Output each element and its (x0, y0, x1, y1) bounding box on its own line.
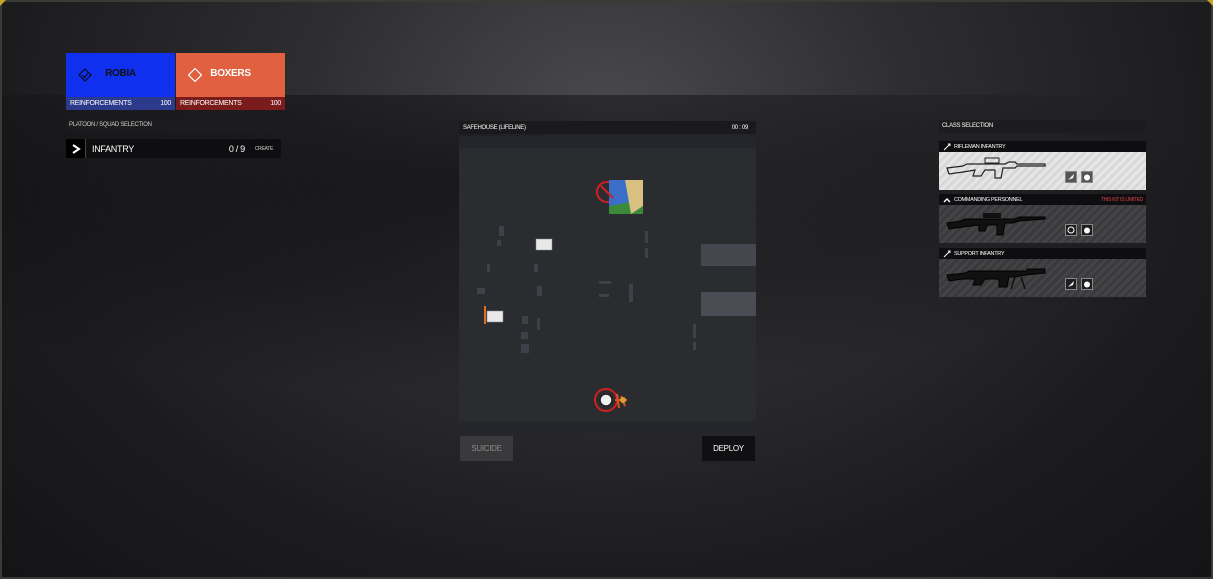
deploy-timer: 00 : 09 (731, 124, 749, 131)
team-boxers-panel[interactable]: BOXERS REINFORCEMENTS 100 (176, 53, 285, 110)
safehouse-spawn-icon[interactable] (593, 386, 633, 416)
objective-flag-icon[interactable] (595, 176, 645, 216)
map-building (599, 281, 611, 284)
map-title: SAFEHOUSE (LIFELINE) (463, 124, 526, 131)
grenade-slot-icon[interactable] (1081, 171, 1093, 183)
reinforcements-label: REINFORCEMENTS (70, 100, 132, 107)
map-building (537, 286, 542, 296)
team-name: BOXERS (210, 68, 251, 79)
spawn-marker-icon[interactable] (535, 238, 553, 252)
reinforcements-value: 100 (160, 100, 171, 107)
team-name: ROBIA (105, 68, 136, 79)
map-building (629, 284, 633, 302)
map-building (599, 294, 609, 297)
corner-accent (1207, 0, 1213, 6)
corner-accent (0, 0, 6, 6)
class-selection-header: CLASS SELECTION (939, 120, 1147, 133)
expand-arrow-icon[interactable] (66, 139, 86, 158)
rifle-icon (942, 249, 951, 258)
kit-name: COMMANDING PERSONNEL (954, 196, 1023, 203)
reinforcements-value: 100 (270, 100, 281, 107)
reinforcements-label: REINFORCEMENTS (180, 100, 242, 107)
m16-rifle-icon (946, 157, 1046, 179)
chevron-rank-icon (942, 195, 951, 204)
squad-row[interactable]: INFANTRY 0 / 9 CREATE (66, 139, 281, 158)
map-building (645, 248, 648, 258)
map-building (522, 316, 528, 324)
suicide-button[interactable]: SUICIDE (460, 436, 513, 461)
map-building (534, 264, 538, 272)
map-building (693, 342, 696, 350)
map-compound (701, 292, 756, 316)
kit-support[interactable]: SUPPORT INFANTRY (939, 248, 1146, 299)
map-border (459, 136, 756, 148)
map-border (459, 421, 756, 433)
assault-rifle-icon (946, 213, 1046, 236)
deploy-button[interactable]: DEPLOY (702, 436, 755, 461)
map-building (499, 226, 504, 236)
map-header: SAFEHOUSE (LIFELINE) 00 : 09 (459, 121, 756, 134)
rally-point-icon[interactable] (481, 304, 505, 326)
machine-gun-icon (946, 268, 1046, 290)
create-squad-button[interactable]: CREATE (255, 146, 273, 152)
spawn-map[interactable] (459, 136, 756, 433)
squad-selection-header: PLATOON / SQUAD SELECTION (66, 119, 285, 131)
kit-rifleman[interactable]: RIFLEMAN INFANTRY (939, 141, 1146, 192)
map-building (521, 344, 529, 353)
team-robia-panel[interactable]: ROBIA REINFORCEMENTS 100 (66, 53, 175, 110)
map-building (521, 332, 528, 339)
map-building (645, 231, 648, 243)
map-building (497, 240, 501, 246)
map-building (537, 318, 540, 330)
rifle-icon (942, 142, 951, 151)
squad-count: 0 / 9 (228, 143, 245, 154)
kit-commanding[interactable]: COMMANDING PERSONNEL THIS KIT IS LIMITED (939, 194, 1146, 245)
kit-name: SUPPORT INFANTRY (954, 250, 1005, 257)
grenade-slot-icon[interactable] (1081, 278, 1093, 290)
map-compound (701, 244, 756, 266)
map-building (477, 288, 485, 294)
squad-name: INFANTRY (92, 143, 134, 154)
kit-limited-note: THIS KIT IS LIMITED (1101, 196, 1143, 203)
map-building (693, 324, 696, 338)
grenade-slot-icon[interactable] (1081, 224, 1093, 236)
map-building (487, 264, 490, 272)
binoculars-slot-icon[interactable] (1065, 224, 1077, 236)
kit-name: RIFLEMAN INFANTRY (954, 143, 1006, 150)
knife-slot-icon[interactable] (1065, 171, 1077, 183)
knife-slot-icon[interactable] (1065, 278, 1077, 290)
